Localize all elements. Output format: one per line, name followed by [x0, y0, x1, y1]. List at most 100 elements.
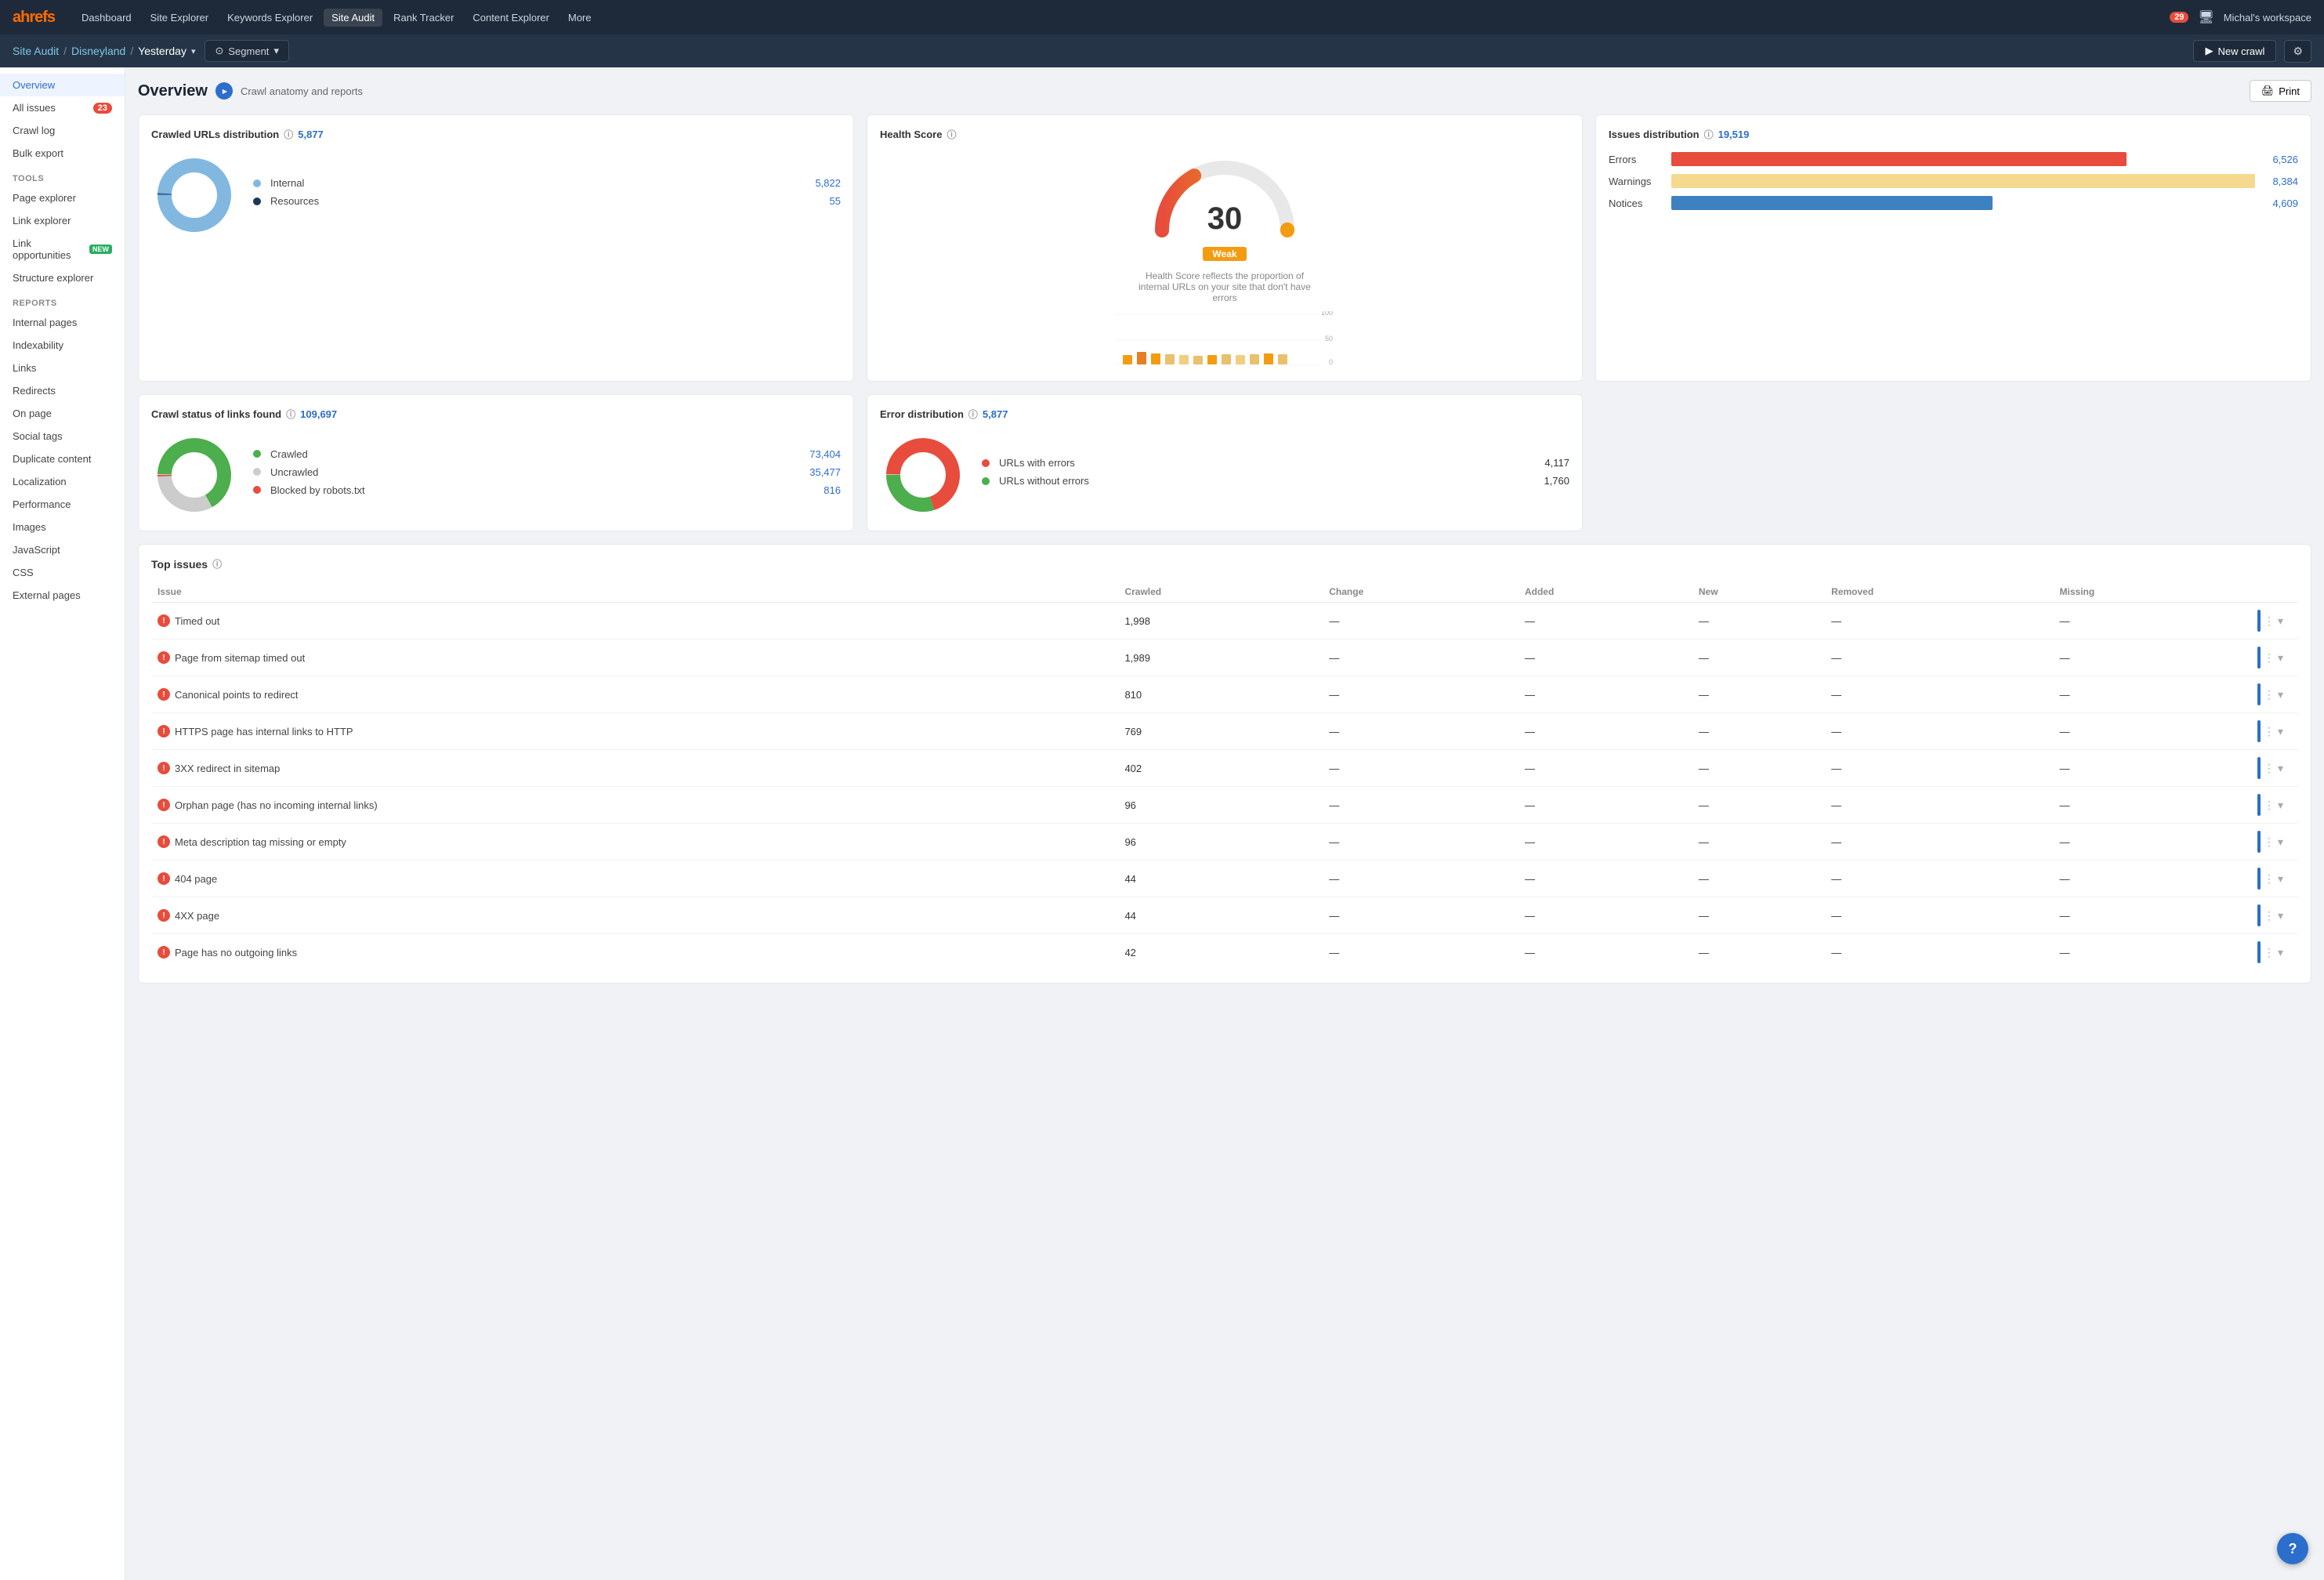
issue-crawled: 96 [1118, 787, 1323, 824]
issue-menu-button[interactable]: ⋮ [2264, 946, 2275, 959]
breadcrumb: Site Audit / Disneyland / Yesterday ▾ [13, 45, 195, 57]
new-crawl-label: New crawl [2217, 45, 2264, 57]
issue-expand-button[interactable]: ▾ [2278, 909, 2283, 922]
sidebar-item-crawl-log[interactable]: Crawl log [0, 119, 125, 142]
error-distribution-card: Error distribution ⓘ 5,877 [867, 394, 1583, 531]
sidebar-item-link-explorer[interactable]: Link explorer [0, 209, 125, 232]
nav-site-audit[interactable]: Site Audit [324, 9, 382, 27]
sidebar-item-on-page[interactable]: On page [0, 402, 125, 425]
issue-expand-button[interactable]: ▾ [2278, 762, 2283, 775]
top-issues-info-icon[interactable]: ⓘ [212, 557, 222, 571]
nav-dashboard[interactable]: Dashboard [74, 9, 139, 27]
issue-expand-button[interactable]: ▾ [2278, 725, 2283, 738]
issue-name-text: 3XX redirect in sitemap [175, 763, 280, 774]
issue-new: — [1692, 897, 1825, 934]
nav-right-section: 29 🖥 Michal's workspace [2170, 9, 2311, 25]
issue-change: — [1323, 713, 1519, 750]
sidebar-item-page-explorer[interactable]: Page explorer [0, 187, 125, 209]
segment-button[interactable]: ⊙ Segment ▾ [205, 40, 288, 62]
content-header: Overview Crawl anatomy and reports 🖨 Pri… [138, 80, 2311, 102]
crawl-status-info-icon[interactable]: ⓘ [286, 408, 295, 421]
issue-added: — [1519, 676, 1692, 713]
crawl-status-legend: Crawled 73,404 Uncrawled 35,477 [253, 448, 841, 502]
breadcrumb-site[interactable]: Disneyland [71, 45, 125, 57]
issue-menu-button[interactable]: ⋮ [2264, 688, 2275, 701]
help-button[interactable]: ? [2277, 1533, 2308, 1564]
nav-rank-tracker[interactable]: Rank Tracker [386, 9, 462, 27]
sidebar-item-social-tags[interactable]: Social tags [0, 425, 125, 448]
health-score-info-icon[interactable]: ⓘ [947, 128, 956, 141]
sidebar-item-external-pages[interactable]: External pages [0, 584, 125, 607]
sidebar-item-javascript[interactable]: JavaScript [0, 538, 125, 561]
col-removed: Removed [1825, 582, 2053, 603]
nav-more[interactable]: More [560, 9, 599, 27]
sidebar-item-redirects[interactable]: Redirects [0, 379, 125, 402]
issue-menu-button[interactable]: ⋮ [2264, 909, 2275, 922]
issue-added: — [1519, 603, 1692, 640]
issue-expand-button[interactable]: ▾ [2278, 799, 2283, 812]
error-distribution-chart: URLs with errors 4,117 URLs without erro… [880, 432, 1569, 518]
issue-name-cell: ! 404 page [151, 861, 1118, 897]
issue-menu-button[interactable]: ⋮ [2264, 651, 2275, 665]
health-score-gauge: 30 [1146, 152, 1303, 242]
issue-crawled: 44 [1118, 861, 1323, 897]
sidebar-item-bulk-export[interactable]: Bulk export [0, 142, 125, 165]
issue-expand-button[interactable]: ▾ [2278, 872, 2283, 886]
issue-name-cell: ! Orphan page (has no incoming internal … [151, 787, 1118, 824]
issue-expand-button[interactable]: ▾ [2278, 835, 2283, 849]
nav-keywords-explorer[interactable]: Keywords Explorer [219, 9, 320, 27]
sidebar: Overview All issues 23 Crawl log Bulk ex… [0, 67, 125, 1580]
issue-expand-button[interactable]: ▾ [2278, 946, 2283, 959]
print-button[interactable]: 🖨 Print [2250, 80, 2311, 102]
sidebar-item-all-issues[interactable]: All issues 23 [0, 96, 125, 119]
sidebar-item-structure-explorer[interactable]: Structure explorer [0, 266, 125, 289]
nav-site-explorer[interactable]: Site Explorer [143, 9, 216, 27]
legend-internal: Internal 5,822 [253, 177, 841, 189]
issue-actions-cell: ⋮ ▾ [2251, 787, 2298, 824]
crawl-status-total: 109,697 [300, 408, 337, 420]
table-row: ! Canonical points to redirect 810 — — —… [151, 676, 2298, 713]
issue-mini-bar [2257, 683, 2261, 705]
crawled-urls-info-icon[interactable]: ⓘ [284, 128, 293, 141]
issue-actions-cell: ⋮ ▾ [2251, 824, 2298, 861]
sidebar-item-performance[interactable]: Performance [0, 493, 125, 516]
sidebar-item-overview[interactable]: Overview [0, 74, 125, 96]
issue-menu-button[interactable]: ⋮ [2264, 725, 2275, 738]
breadcrumb-date[interactable]: Yesterday [138, 45, 186, 57]
error-icon: ! [157, 651, 170, 664]
issue-actions-cell: ⋮ ▾ [2251, 603, 2298, 640]
issue-menu-button[interactable]: ⋮ [2264, 762, 2275, 775]
issues-distribution-info-icon[interactable]: ⓘ [1704, 128, 1714, 141]
sidebar-item-duplicate-content[interactable]: Duplicate content [0, 448, 125, 470]
sidebar-item-link-opportunities[interactable]: Link opportunities NEW [0, 232, 125, 266]
sidebar-item-links[interactable]: Links [0, 357, 125, 379]
issue-menu-button[interactable]: ⋮ [2264, 799, 2275, 812]
issue-change: — [1323, 603, 1519, 640]
workspace-selector[interactable]: Michal's workspace [2224, 12, 2311, 24]
notices-bar-wrap [1671, 196, 2255, 210]
sidebar-item-indexability[interactable]: Indexability [0, 334, 125, 357]
crawl-anatomy-play-button[interactable] [215, 82, 233, 100]
issue-name-text: Page from sitemap timed out [175, 652, 305, 664]
issue-menu-button[interactable]: ⋮ [2264, 835, 2275, 849]
sidebar-item-internal-pages[interactable]: Internal pages [0, 311, 125, 334]
sidebar-item-localization[interactable]: Localization [0, 470, 125, 493]
issue-expand-button[interactable]: ▾ [2278, 688, 2283, 701]
breadcrumb-site-audit[interactable]: Site Audit [13, 45, 59, 57]
issue-mini-bar [2257, 757, 2261, 779]
issue-menu-button[interactable]: ⋮ [2264, 614, 2275, 628]
issue-menu-button[interactable]: ⋮ [2264, 872, 2275, 886]
notification-badge[interactable]: 29 [2170, 12, 2188, 23]
issue-expand-button[interactable]: ▾ [2278, 651, 2283, 665]
issue-expand-button[interactable]: ▾ [2278, 614, 2283, 628]
errors-bar-wrap [1671, 152, 2255, 166]
sidebar-item-css[interactable]: CSS [0, 561, 125, 584]
sidebar-all-issues-label: All issues [13, 102, 56, 114]
sidebar-item-images[interactable]: Images [0, 516, 125, 538]
settings-button[interactable]: ⚙ [2284, 40, 2311, 63]
new-crawl-button[interactable]: ▶ New crawl [2193, 40, 2276, 62]
nav-content-explorer[interactable]: Content Explorer [465, 9, 557, 27]
sub-navigation: Site Audit / Disneyland / Yesterday ▾ ⊙ … [0, 34, 2324, 67]
error-icon: ! [157, 614, 170, 627]
error-distribution-info-icon[interactable]: ⓘ [968, 408, 978, 421]
